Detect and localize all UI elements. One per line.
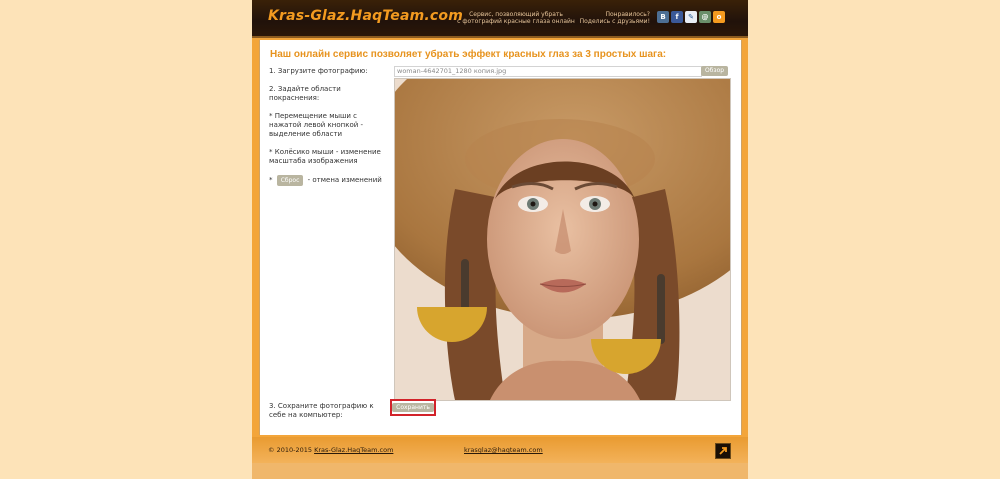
site-header: Kras-Glaz.HaqTeam.com Сервис, позволяющи… [252,0,748,38]
tagline-line2: с фотографий красные глаза онлайн [457,18,575,25]
vk-icon[interactable]: В [657,11,669,23]
file-name-field[interactable]: woman-4642701_1280 копия.jpg [394,66,702,77]
livejournal-icon[interactable]: ✎ [685,11,697,23]
bottom-band [252,463,748,479]
main-panel: Наш онлайн сервис позволяет убрать эффек… [259,40,742,435]
save-button-highlight: Сохранить [390,399,436,416]
page-title: Наш онлайн сервис позволяет убрать эффек… [270,49,667,60]
copyright-text: © 2010-2015 [268,446,312,454]
hint-select: * Перемещение мыши с нажатой левой кнопк… [269,112,364,138]
social-share-bar: В f ✎ @ о [657,11,725,23]
site-logo[interactable]: Kras-Glaz.HaqTeam.com [268,8,463,24]
save-button[interactable]: Сохранить [392,403,434,412]
step-1-label: 1. Загрузите фотографию: [269,67,368,75]
scroll-up-icon[interactable] [715,443,731,459]
tagline-line1: Сервис, позволяющий убрать [469,11,563,18]
browse-button[interactable]: Обзор [701,66,728,76]
copyright-link[interactable]: Kras-Glaz.HaqTeam.com [314,446,393,454]
odnoklassniki-icon[interactable]: о [713,11,725,23]
hint-reset-suffix: - отмена изменений [307,176,382,184]
instructions: 1. Загрузите фотографию: 2. Задайте обла… [269,67,389,195]
share-prompt: Понравилось? Поделись с друзьями! [578,11,650,25]
share-prompt-line2: Поделись с друзьями! [579,18,650,25]
email-link[interactable]: krasglaz@haqteam.com [464,446,543,454]
tagline: Сервис, позволяющий убрать с фотографий … [456,11,576,25]
portrait-image [395,79,730,400]
photo-canvas[interactable] [394,78,731,401]
hint-reset-prefix: * [269,176,273,184]
site-footer: © 2010-2015 Kras-Glaz.HaqTeam.com krasgl… [252,437,748,463]
step-3-label: 3. Сохраните фотографию к себе на компью… [269,402,374,419]
arrow-up-right-icon [719,447,727,455]
step-2-label: 2. Задайте области покраснения: [269,85,341,102]
hint-zoom: * Колёсико мыши - изменение масштаба изо… [269,148,381,165]
footer-bar: © 2010-2015 Kras-Glaz.HaqTeam.com krasgl… [252,437,748,463]
share-prompt-line1: Понравилось? [605,11,650,18]
facebook-icon[interactable]: f [671,11,683,23]
mailru-icon[interactable]: @ [699,11,711,23]
copyright: © 2010-2015 Kras-Glaz.HaqTeam.com [268,446,393,454]
hint-reset: * Сброс - отмена изменений [269,175,389,186]
reset-button[interactable]: Сброс [276,175,304,186]
